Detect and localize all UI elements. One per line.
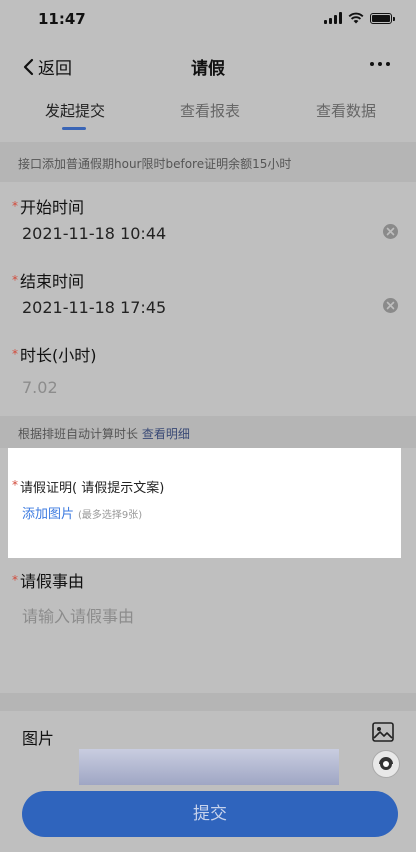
status-icons <box>324 12 395 24</box>
required-mark: * <box>12 347 18 361</box>
end-time-label: * 结束时间 <box>12 272 85 291</box>
customer-service-button[interactable] <box>372 750 400 778</box>
start-time-value[interactable]: 2021-11-18 10:44 <box>22 224 166 243</box>
start-time-label: * 开始时间 <box>12 198 85 217</box>
clear-icon[interactable] <box>383 298 398 313</box>
status-bar: 11:47 <box>0 0 416 42</box>
start-time-field[interactable]: * 开始时间 2021-11-18 10:44 <box>0 182 416 256</box>
photo-label: 图片 <box>22 729 55 748</box>
auto-calc-hint: 根据排班自动计算时长 查看明细 <box>0 416 416 448</box>
page-title: 请假 <box>191 59 225 79</box>
add-photo-note: (最多选择9张) <box>78 510 143 521</box>
image-icon[interactable] <box>372 722 394 742</box>
balance-hint: 接口添加普通假期hour限时before证明余额15小时 <box>0 142 416 182</box>
end-time-value[interactable]: 2021-11-18 17:45 <box>22 298 166 317</box>
wifi-icon <box>348 12 364 24</box>
cellular-signal-icon <box>324 12 342 24</box>
reason-label: * 请假事由 <box>12 572 85 591</box>
more-options-button[interactable] <box>370 62 390 66</box>
required-mark: * <box>12 199 18 213</box>
add-photo-label: 添加图片 <box>22 507 75 522</box>
section-divider <box>0 693 416 711</box>
proof-label: * 请假证明( 请假提示文案) <box>12 478 165 496</box>
photo-thumbnail[interactable] <box>79 749 339 785</box>
add-photo-button[interactable]: 添加图片 (最多选择9张) <box>22 503 142 522</box>
reason-input[interactable]: 请输入请假事由 <box>22 603 134 627</box>
tab-reports[interactable]: 查看报表 <box>180 100 240 121</box>
duration-value: 7.02 <box>22 378 58 397</box>
status-time: 11:47 <box>38 10 86 28</box>
proof-card: * 请假证明( 请假提示文案) 添加图片 (最多选择9张) <box>8 448 401 558</box>
required-mark: * <box>12 478 18 492</box>
view-details-link[interactable]: 查看明细 <box>142 427 190 441</box>
reason-field[interactable]: * 请假事由 <box>0 568 416 688</box>
submit-button[interactable]: 提交 <box>22 791 398 837</box>
duration-field: * 时长(小时) 7.02 <box>0 330 416 416</box>
end-time-field[interactable]: * 结束时间 2021-11-18 17:45 <box>0 256 416 330</box>
required-mark: * <box>12 273 18 287</box>
duration-label: * 时长(小时) <box>12 346 97 365</box>
battery-icon <box>370 12 395 24</box>
tab-submit[interactable]: 发起提交 <box>45 100 105 121</box>
required-mark: * <box>12 573 18 587</box>
tab-bar: 发起提交 查看报表 查看数据 <box>0 88 416 132</box>
nav-bar: 返回 请假 <box>0 42 416 88</box>
tab-data[interactable]: 查看数据 <box>316 100 376 121</box>
active-tab-indicator <box>62 127 86 130</box>
auto-calc-text: 根据排班自动计算时长 <box>18 427 139 441</box>
headset-icon <box>379 757 393 770</box>
clear-icon[interactable] <box>383 224 398 239</box>
